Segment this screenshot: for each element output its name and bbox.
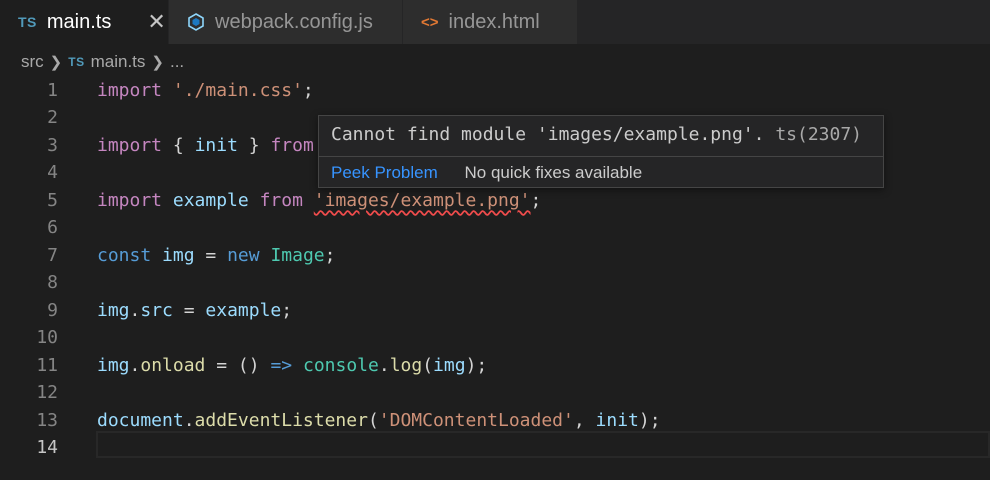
code-line: 5 import example from 'images/example.pn… [0, 186, 990, 214]
peek-problem-link[interactable]: Peek Problem [331, 163, 438, 182]
code-line: 12 [0, 379, 990, 407]
error-code: ts(2307) [775, 124, 863, 145]
webpack-icon [187, 13, 205, 31]
error-string[interactable]: 'images/example.png' [314, 190, 531, 211]
code-line: 1 import './main.css'; [0, 76, 990, 104]
breadcrumb-symbols[interactable]: ... [170, 52, 184, 72]
chevron-right-icon: ❯ [151, 54, 164, 71]
line-number: 14 [36, 437, 58, 458]
close-icon[interactable]: ✕ [147, 11, 165, 33]
code-line: 6 [0, 214, 990, 242]
line-number: 4 [47, 162, 58, 183]
code-line: 11 img.onload = () => console.log(img); [0, 351, 990, 379]
code-line: 8 [0, 269, 990, 297]
no-quick-fixes-text: No quick fixes available [464, 163, 643, 182]
chevron-right-icon: ❯ [49, 54, 63, 71]
tab-main-ts[interactable]: TS main.ts ✕ [0, 0, 169, 44]
code-line: 9 img.src = example; [0, 296, 990, 324]
line-number: 5 [47, 189, 58, 211]
line-number: 12 [36, 382, 58, 403]
breadcrumb-file[interactable]: main.ts [91, 52, 146, 72]
breadcrumb: src ❯ TS main.ts ❯ ... [21, 50, 184, 74]
line-number: 7 [47, 244, 58, 266]
error-hover-popup: Cannot find module 'images/example.png'.… [318, 115, 884, 188]
code-line: 10 [0, 324, 990, 352]
line-number: 10 [36, 327, 58, 348]
tab-label: main.ts [46, 10, 112, 33]
hover-actions: Peek Problem No quick fixes available [331, 163, 642, 183]
line-number: 1 [47, 79, 58, 101]
line-number: 11 [36, 354, 58, 376]
tab-label: webpack.config.js [215, 10, 373, 33]
tab-webpack-config[interactable]: webpack.config.js [169, 0, 403, 44]
breadcrumb-folder[interactable]: src [21, 52, 44, 72]
line-number: 3 [47, 134, 58, 156]
code-line: 14 [0, 434, 990, 462]
typescript-icon: TS [68, 55, 85, 69]
line-number: 6 [47, 217, 58, 238]
line-number: 13 [36, 409, 58, 431]
code-line: 7 const img = new Image; [0, 241, 990, 269]
tab-index-html[interactable]: <> index.html [403, 0, 578, 44]
tab-label: index.html [448, 10, 540, 33]
divider [319, 156, 883, 157]
line-number: 8 [47, 272, 58, 293]
html-icon: <> [421, 13, 439, 31]
code-line: 13 document.addEventListener('DOMContent… [0, 406, 990, 434]
typescript-icon: TS [18, 14, 37, 30]
hover-message: Cannot find module 'images/example.png'.… [331, 124, 862, 145]
editor-tab-bar: TS main.ts ✕ webpack.config.js <> index.… [0, 0, 990, 44]
error-message: Cannot find module 'images/example.png'. [331, 124, 765, 145]
line-number: 2 [47, 107, 58, 128]
line-number: 9 [47, 299, 58, 321]
